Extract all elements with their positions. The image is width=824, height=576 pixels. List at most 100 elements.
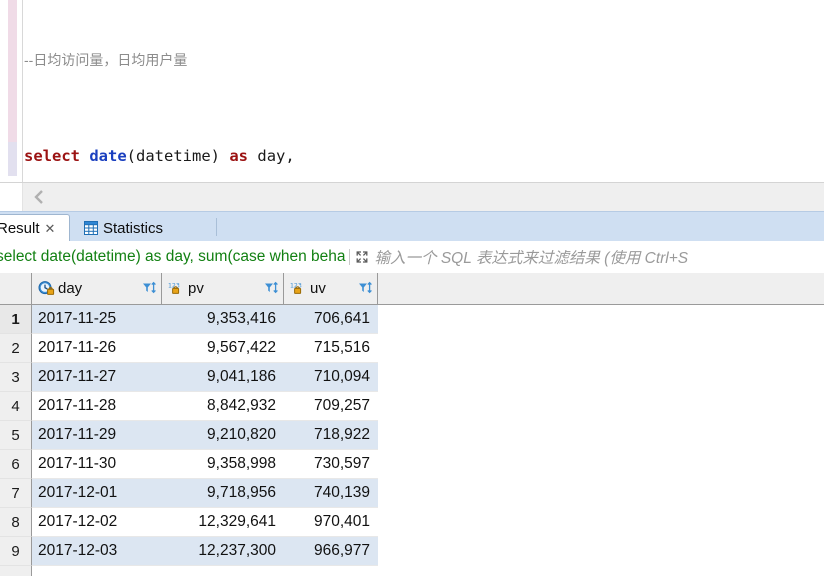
row-filler (378, 537, 824, 567)
table-row[interactable]: 9 2017-12-03 12,237,300 966,977 (0, 537, 824, 567)
result-tabbar: Result ✕ Statistics (0, 211, 824, 242)
row-number[interactable]: 4 (0, 392, 32, 421)
filter-placeholder[interactable]: 输入一个 SQL 表达式来过滤结果 (使用 Ctrl+S (375, 246, 689, 268)
row-number[interactable]: 1 (0, 305, 32, 334)
filter-sort-icon[interactable] (142, 281, 157, 296)
cell-uv[interactable]: 709,257 (284, 392, 378, 421)
grid-corner-cell[interactable] (0, 273, 32, 305)
column-header-day[interactable]: day (32, 273, 162, 305)
cell-uv[interactable]: 730,597 (284, 450, 378, 479)
tab-result[interactable]: Result ✕ (0, 214, 70, 242)
kw-select: select (24, 147, 80, 165)
row-filler (378, 479, 824, 509)
row-filler (378, 508, 824, 538)
row-filler (378, 421, 824, 451)
row-number[interactable]: 6 (0, 450, 32, 479)
cell-day[interactable]: 2017-11-28 (32, 392, 162, 421)
sql-ide-window: --日均访问量，日均用户量 select date(datetime) as d… (0, 0, 824, 576)
row-filler (378, 392, 824, 422)
row-number[interactable]: 9 (0, 537, 32, 566)
row-number[interactable]: 5 (0, 421, 32, 450)
row-number[interactable]: 3 (0, 363, 32, 392)
cell-pv[interactable]: 9,358,998 (162, 450, 284, 479)
row-filler (378, 450, 824, 480)
sql-editor[interactable]: --日均访问量，日均用户量 select date(datetime) as d… (0, 0, 824, 182)
table-row[interactable] (0, 566, 824, 576)
editor-results-splitter[interactable] (0, 182, 824, 212)
table-row[interactable]: 3 2017-11-27 9,041,186 710,094 (0, 363, 824, 393)
cell-day[interactable]: 2017-11-30 (32, 450, 162, 479)
column-header-uv-label: uv (310, 280, 326, 297)
table-row[interactable]: 4 2017-11-28 8,842,932 709,257 (0, 392, 824, 422)
row-number[interactable]: 8 (0, 508, 32, 537)
cell-uv[interactable]: 966,977 (284, 537, 378, 566)
result-filter-bar[interactable]: select date(datetime) as day, sum(case w… (0, 241, 824, 274)
filter-sort-icon[interactable] (358, 281, 373, 296)
chevron-left-icon[interactable] (32, 189, 46, 205)
tab-statistics[interactable]: Statistics (76, 214, 216, 242)
cell-pv[interactable]: 8,842,932 (162, 392, 284, 421)
editor-gutter (0, 0, 22, 182)
cell-day[interactable] (32, 566, 162, 576)
row-filler (378, 334, 824, 364)
gutter-separator (22, 0, 23, 182)
result-data-grid[interactable]: day 123 pv 123 uv 1 2017-11-25 9,353,416… (0, 273, 824, 576)
code-line-comment: --日均访问量，日均用户量 (24, 48, 824, 72)
code-line-select: select date(datetime) as day, (24, 147, 295, 165)
executed-sql-text: select date(datetime) as day, sum(case w… (0, 248, 346, 265)
expand-arrows-icon[interactable] (348, 249, 370, 265)
cell-day[interactable]: 2017-11-27 (32, 363, 162, 392)
table-row[interactable]: 2 2017-11-26 9,567,422 715,516 (0, 334, 824, 364)
row-number[interactable]: 2 (0, 334, 32, 363)
cell-uv[interactable]: 740,139 (284, 479, 378, 508)
column-header-pv-label: pv (188, 280, 204, 297)
cell-pv[interactable]: 12,237,300 (162, 537, 284, 566)
cell-uv[interactable]: 970,401 (284, 508, 378, 537)
sql-comment: --日均访问量，日均用户量 (24, 52, 188, 68)
row-number[interactable] (0, 566, 32, 576)
row-filler (378, 363, 824, 393)
column-header-uv[interactable]: 123 uv (284, 273, 378, 305)
cell-day[interactable]: 2017-11-25 (32, 305, 162, 334)
cell-uv[interactable]: 706,641 (284, 305, 378, 334)
table-row[interactable]: 8 2017-12-02 12,329,641 970,401 (0, 508, 824, 538)
column-header-day-label: day (58, 280, 83, 297)
cell-day[interactable]: 2017-12-03 (32, 537, 162, 566)
cell-uv[interactable]: 715,516 (284, 334, 378, 363)
table-row[interactable]: 7 2017-12-01 9,718,956 740,139 (0, 479, 824, 509)
cell-day[interactable]: 2017-11-26 (32, 334, 162, 363)
cell-pv[interactable]: 9,353,416 (162, 305, 284, 334)
cell-pv[interactable]: 9,567,422 (162, 334, 284, 363)
cell-uv[interactable] (284, 566, 378, 576)
splitter-gutter (0, 183, 23, 212)
column-header-pv[interactable]: 123 pv (162, 273, 284, 305)
change-marker-modified (8, 0, 17, 142)
tabbar-divider (216, 218, 217, 236)
cell-pv[interactable]: 9,718,956 (162, 479, 284, 508)
cell-pv[interactable]: 9,041,186 (162, 363, 284, 392)
table-row[interactable]: 5 2017-11-29 9,210,820 718,922 (0, 421, 824, 451)
cell-uv[interactable]: 718,922 (284, 421, 378, 450)
row-number[interactable]: 7 (0, 479, 32, 508)
row-filler (378, 566, 824, 576)
cell-day[interactable]: 2017-12-01 (32, 479, 162, 508)
cell-pv[interactable] (162, 566, 284, 576)
number-lock-icon: 123 (290, 281, 307, 296)
cell-uv[interactable]: 710,094 (284, 363, 378, 392)
fn-date: date (89, 147, 127, 165)
row-filler (378, 305, 824, 335)
table-row[interactable]: 1 2017-11-25 9,353,416 706,641 (0, 305, 824, 335)
cell-pv[interactable]: 9,210,820 (162, 421, 284, 450)
cell-day[interactable]: 2017-12-02 (32, 508, 162, 537)
grid-table-icon (84, 221, 98, 235)
close-icon[interactable]: ✕ (45, 221, 56, 237)
filter-sort-icon[interactable] (264, 281, 279, 296)
table-row[interactable]: 6 2017-11-30 9,358,998 730,597 (0, 450, 824, 480)
cell-pv[interactable]: 12,329,641 (162, 508, 284, 537)
change-marker-secondary (8, 142, 17, 176)
tab-result-label: Result (0, 220, 40, 237)
grid-header-filler (378, 273, 824, 305)
sql-code-area[interactable]: --日均访问量，日均用户量 select date(datetime) as d… (24, 0, 824, 182)
cell-day[interactable]: 2017-11-29 (32, 421, 162, 450)
grid-body: 1 2017-11-25 9,353,416 706,641 2 2017-11-26 9,… (0, 305, 824, 576)
